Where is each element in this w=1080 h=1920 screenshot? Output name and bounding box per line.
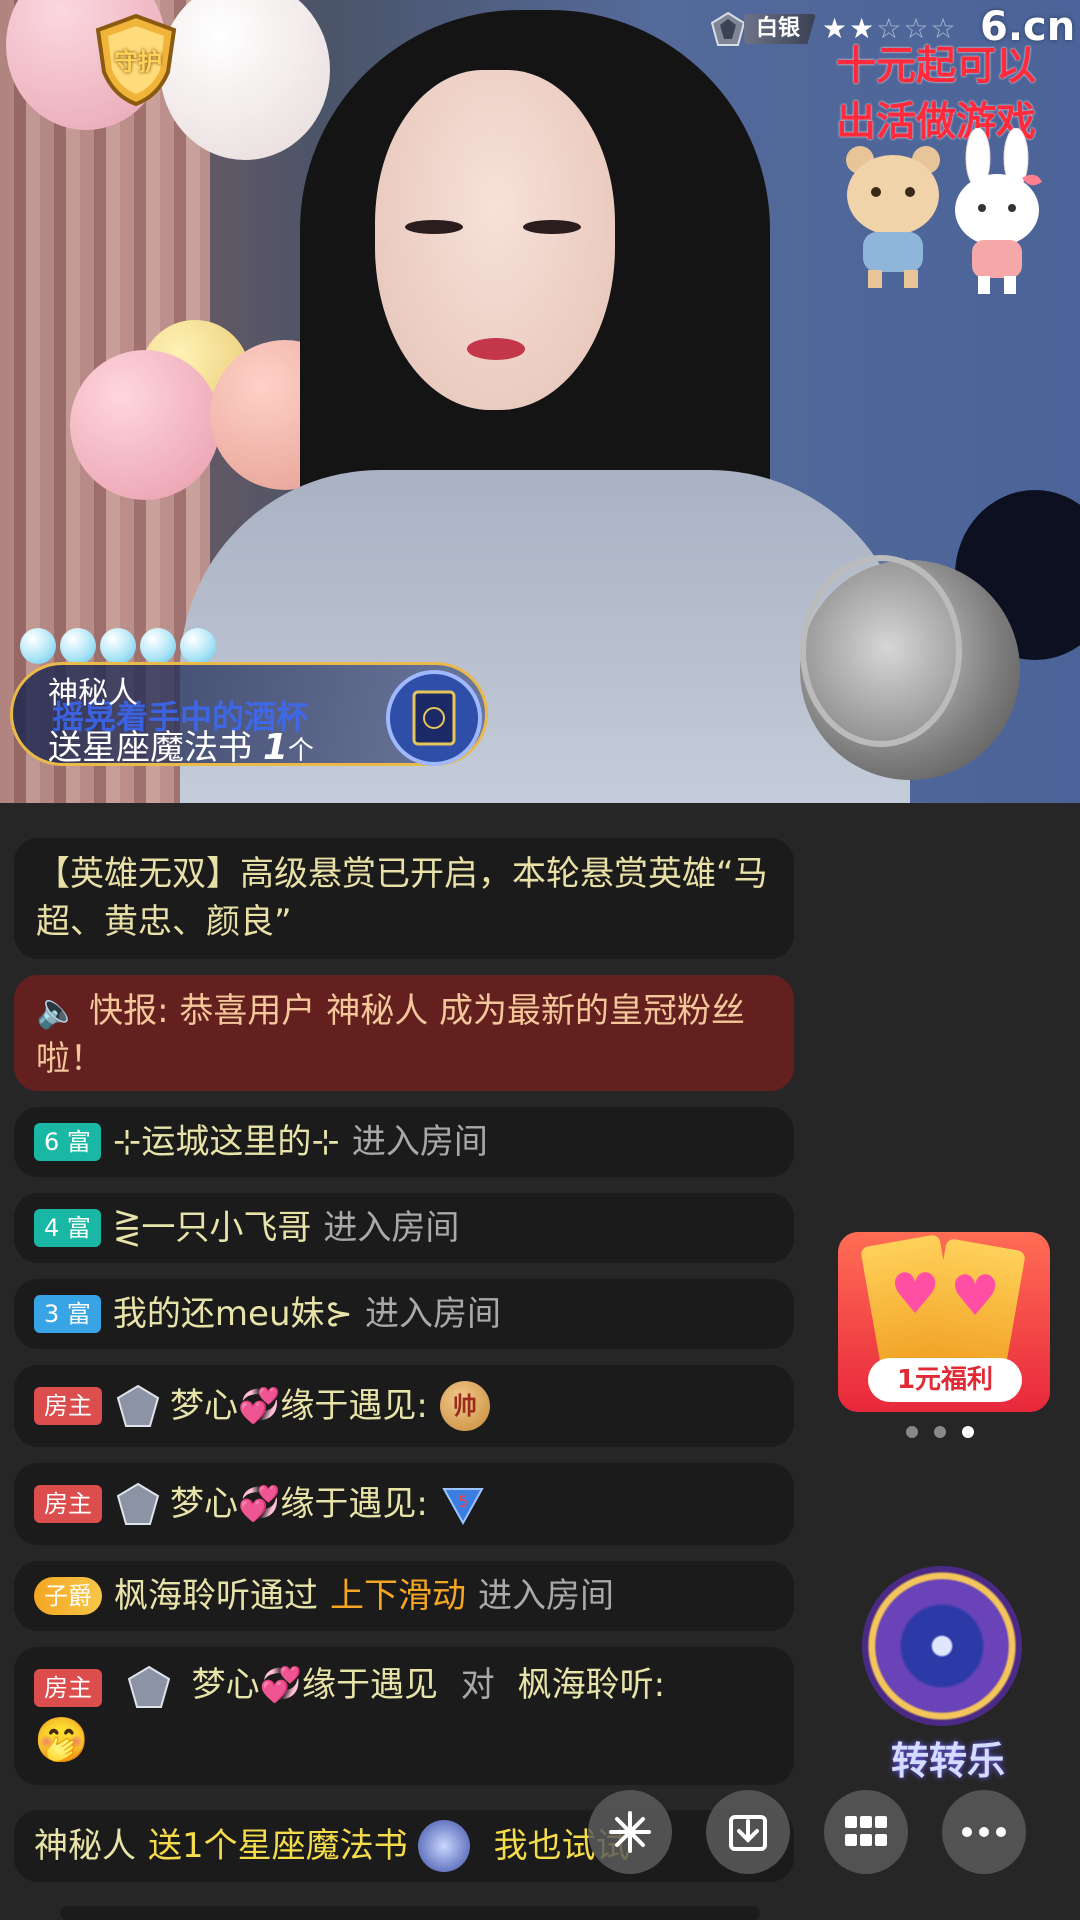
bunny-sticker	[955, 128, 1042, 294]
highlight-text: 上下滑动	[330, 1576, 466, 1616]
host-message[interactable]: 房主 梦心 💞 缘于遇见: 帅	[14, 1365, 794, 1447]
magic-book-icon	[386, 670, 482, 766]
bubble-icon	[60, 628, 96, 664]
action-text: 进入房间	[323, 1208, 460, 1248]
host-message[interactable]: 房主 梦心 💞 缘于遇见: 5	[14, 1463, 794, 1545]
share-button[interactable]	[588, 1790, 672, 1874]
speaker-icon: 🔈	[36, 991, 79, 1031]
host-badge: 房主	[34, 1387, 102, 1425]
host-badge: 房主	[34, 1485, 102, 1523]
action-text: 进入房间	[351, 1122, 488, 1162]
silver-rank-icon	[710, 11, 746, 46]
silver-rank-icon	[116, 1384, 160, 1427]
welfare-card-ad[interactable]: ♥ ♥ 1元福利	[838, 1232, 1050, 1412]
ad-pager	[906, 1426, 974, 1438]
heart-icon: ♥	[890, 1262, 941, 1327]
balloon	[70, 350, 220, 500]
gift-text: 送1个星座魔法书	[148, 1826, 408, 1866]
flash-text: 快报: 恭喜用户 神秘人 成为最新的皇冠粉丝啦！	[36, 991, 746, 1079]
heart-icon: ♥	[950, 1264, 1001, 1329]
enter-message[interactable]: 6 富 ⊹运城这里的⊹ 进入房间	[14, 1107, 794, 1177]
more-button[interactable]	[942, 1790, 1026, 1874]
target-username[interactable]: 枫海聆听:	[518, 1665, 665, 1705]
gift-count: 1	[262, 727, 288, 768]
eye	[405, 220, 463, 234]
flash-news: 🔈 快报: 恭喜用户 神秘人 成为最新的皇冠粉丝啦！	[14, 975, 794, 1091]
username[interactable]: 梦心	[170, 1382, 238, 1430]
host-badge: 房主	[34, 1669, 102, 1707]
username-suffix: 缘于遇见	[301, 1665, 438, 1705]
action-text: 进入房间	[478, 1576, 614, 1616]
bubble-icon	[180, 628, 216, 664]
svg-text:5: 5	[458, 1492, 468, 1511]
shy-face-emoji-icon: 🤭	[34, 1715, 89, 1766]
pager-dot[interactable]	[906, 1426, 918, 1438]
promo-line: 十元起可以	[836, 43, 1036, 89]
reply-message[interactable]: 房主 梦心💞缘于遇见 对 枫海聆听: 🤭	[14, 1647, 794, 1785]
enter-message[interactable]: 4 富 ⋛一只小飞哥 进入房间	[14, 1193, 794, 1263]
more-dots-icon	[962, 1827, 1006, 1837]
wealth-badge: 6 富	[34, 1123, 101, 1161]
silver-rank-icon	[116, 1482, 160, 1525]
username[interactable]: 我的还meu妹⊱	[113, 1290, 353, 1338]
username[interactable]: 梦心	[170, 1480, 238, 1528]
host-rank[interactable]: 白银	[708, 10, 817, 48]
streamer-face	[375, 70, 615, 410]
level-five-emoji-icon: 5	[442, 1488, 484, 1526]
viscount-badge: 子爵	[34, 1577, 102, 1615]
heart-icon: 💞	[238, 1484, 281, 1524]
username-suffix: 缘于遇见:	[280, 1386, 428, 1426]
next-message-edge	[60, 1906, 760, 1920]
pager-dot[interactable]	[934, 1426, 946, 1438]
eye	[523, 220, 581, 234]
enter-message[interactable]: 3 富 我的还meu妹⊱ 进入房间	[14, 1279, 794, 1349]
bubble-icon	[140, 628, 176, 664]
wealth-badge: 3 富	[34, 1295, 101, 1333]
lucky-wheel-icon[interactable]	[862, 1566, 1022, 1726]
pager-dot-active[interactable]	[962, 1426, 974, 1438]
grid-menu-button[interactable]	[824, 1790, 908, 1874]
gift-sender: 神秘人	[48, 676, 138, 711]
rank-badge: 白银	[744, 14, 817, 44]
download-button[interactable]	[706, 1790, 790, 1874]
wealth-badge: 4 富	[34, 1209, 101, 1247]
pop-filter	[800, 555, 962, 747]
gift-label: 送星座魔法书	[48, 728, 252, 768]
to-text: 对	[460, 1665, 495, 1705]
system-notice: 【英雄无双】高级悬赏已开启，本轮悬赏英雄“马超、黄忠、颜良”	[14, 838, 794, 959]
bubble-icon	[20, 628, 56, 664]
gift-message[interactable]: 神秘人 送1个星座魔法书 我也试试	[14, 1810, 794, 1882]
action-text: 进入房间	[365, 1294, 501, 1334]
bear-sticker	[846, 146, 940, 288]
live-video[interactable]: 守护 白银 ★★☆☆☆ 6.cn 十元起可以 出活做游戏 摇晃着手中的酒杯 神秘…	[0, 0, 1080, 803]
guard-label: 守护	[114, 48, 162, 76]
lips	[467, 338, 525, 360]
slide-enter-message[interactable]: 子爵 枫海聆听通过 上下滑动 进入房间	[14, 1561, 794, 1631]
username[interactable]: ⋛一只小飞哥	[113, 1204, 312, 1252]
gift-unit: 个	[287, 736, 314, 766]
username[interactable]: ⊹运城这里的⊹	[113, 1118, 340, 1166]
combo-bubbles	[20, 628, 216, 664]
notice-text: 【英雄无双】高级悬赏已开启，本轮悬赏英雄“马超、黄忠、颜良”	[36, 854, 768, 942]
sparkle-icon	[609, 1811, 651, 1853]
username-suffix: 缘于遇见:	[280, 1484, 428, 1524]
gift-description: 送星座魔法书 1个	[48, 720, 314, 769]
magic-book-icon	[417, 1820, 470, 1872]
welfare-button[interactable]: 1元福利	[868, 1358, 1022, 1402]
emoji-line: 🤭	[34, 1717, 774, 1768]
heart-icon: 💞	[259, 1665, 302, 1705]
heart-icon: 💞	[238, 1386, 281, 1426]
username[interactable]: 枫海聆听通过	[114, 1572, 318, 1620]
grid-icon	[845, 1816, 887, 1846]
lucky-wheel-label[interactable]: 转转乐	[862, 1730, 1034, 1785]
download-icon	[729, 1815, 767, 1851]
username[interactable]: 梦心	[192, 1665, 260, 1705]
username[interactable]: 神秘人	[34, 1822, 136, 1870]
coin-emoji-icon: 帅	[439, 1381, 490, 1431]
silver-rank-icon	[127, 1665, 170, 1708]
bubble-icon	[100, 628, 136, 664]
